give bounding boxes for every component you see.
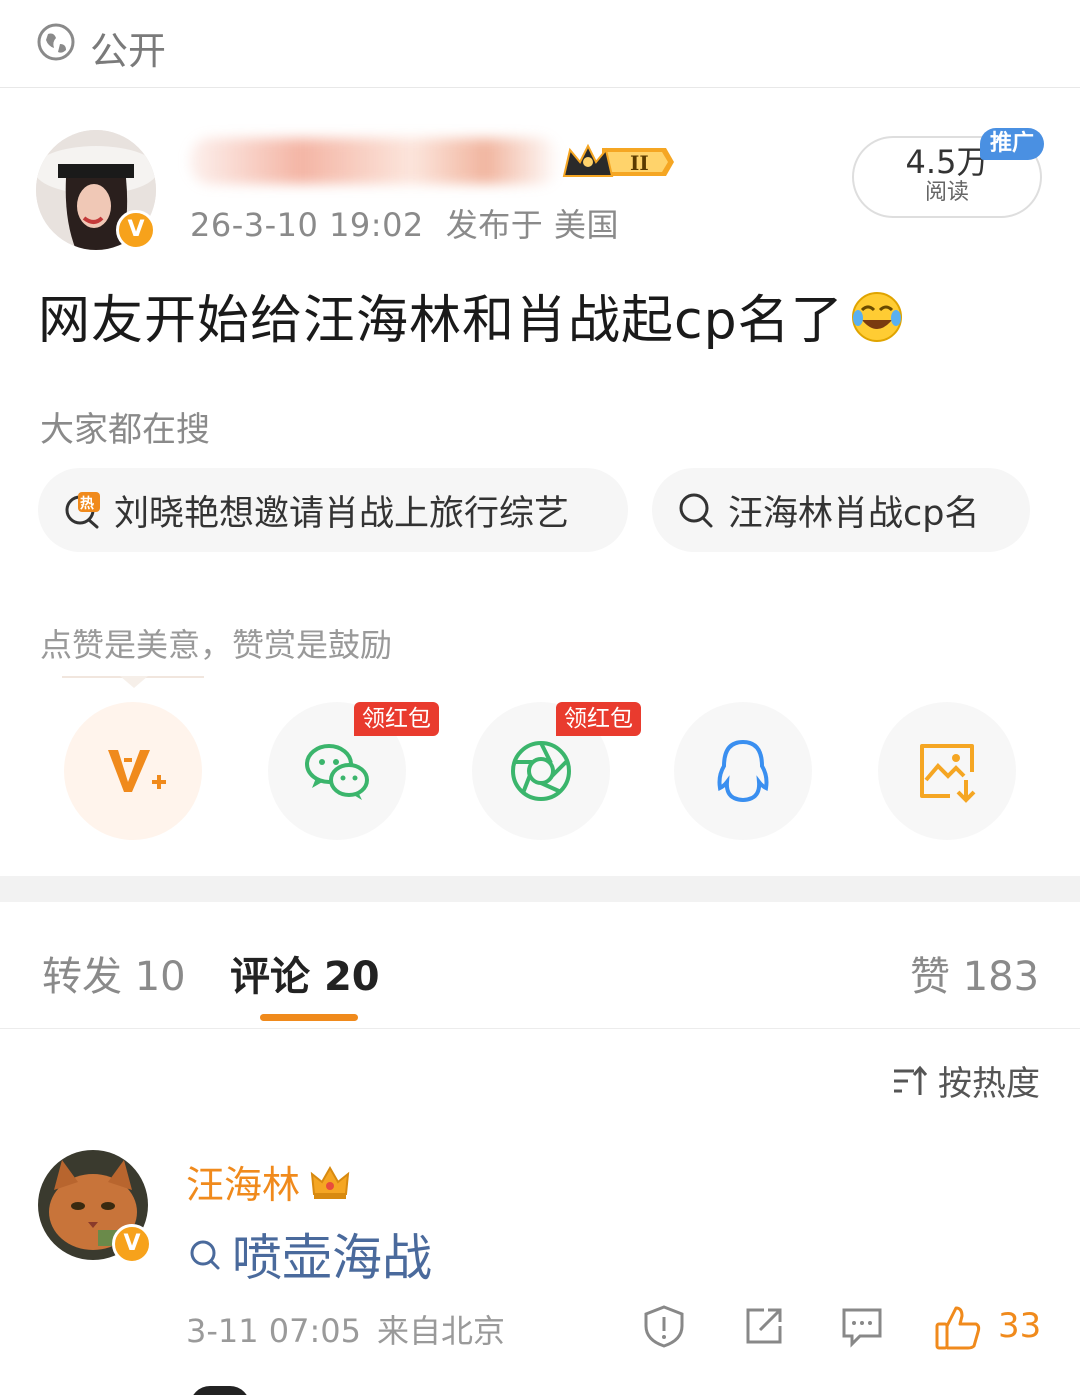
- verified-badge: V: [116, 210, 156, 250]
- post-text: 网友开始给汪海林和肖战起cp名了: [38, 278, 904, 353]
- tab-repost-count: 10: [134, 954, 186, 1000]
- report-icon[interactable]: [642, 1304, 686, 1348]
- wechat-redpack-badge: 领红包: [354, 702, 439, 736]
- tabs-divider: [0, 1028, 1080, 1029]
- comment-author-name[interactable]: 汪海林: [186, 1154, 352, 1209]
- sort-icon: [894, 1065, 928, 1095]
- comment-search-link[interactable]: 喷壶海战: [186, 1218, 432, 1290]
- post-location: 发布于 美国: [445, 206, 619, 244]
- weibo-v-plus-icon: [108, 750, 166, 792]
- tab-comments-count: 20: [323, 954, 380, 1000]
- tab-comments-label: 评论: [230, 954, 310, 1000]
- wechat-icon: [305, 744, 369, 800]
- reply-icon[interactable]: [840, 1304, 884, 1348]
- comment-text: 喷壶海战: [232, 1229, 432, 1287]
- author-name-blurred[interactable]: [190, 138, 560, 184]
- trending-search-label-2: 汪海林肖战cp名: [728, 493, 980, 534]
- laughing-crying-emoji-icon: [851, 292, 902, 342]
- tab-comments[interactable]: 评论 20: [230, 944, 380, 1002]
- comment-verified-badge: V: [112, 1224, 152, 1264]
- search-icon: [190, 1240, 220, 1270]
- praise-caption: 点赞是美意，赞赏是鼓励: [40, 626, 393, 664]
- post-time: 26-3-10 19:02: [190, 206, 424, 244]
- trending-search-chip-2[interactable]: 汪海林肖战cp名: [652, 468, 1030, 552]
- tab-likes[interactable]: 赞 183: [910, 944, 1039, 1002]
- promo-tag[interactable]: 推广: [980, 128, 1044, 160]
- crown-level-badge: II: [562, 143, 674, 177]
- comment-time: 3-11 07:05: [186, 1312, 362, 1350]
- comment-like-count: 33: [998, 1306, 1042, 1346]
- comment-location: 来自北京: [377, 1312, 506, 1350]
- tooltip-arrow: [120, 676, 148, 688]
- tab-likes-count: 183: [962, 954, 1040, 1000]
- tab-likes-label: 赞: [910, 954, 950, 1000]
- svg-text:II: II: [630, 151, 649, 175]
- moments-redpack-badge: 领红包: [556, 702, 641, 736]
- share-qq-button[interactable]: [674, 702, 812, 840]
- reads-label: 阅读: [924, 180, 969, 205]
- section-divider: [0, 876, 1080, 902]
- trending-search-label-1: 刘晓艳想邀请肖战上旅行综艺: [114, 493, 570, 534]
- visibility-label: 公开: [90, 29, 167, 73]
- trending-search-chip-1[interactable]: 热 刘晓艳想邀请肖战上旅行综艺: [38, 468, 628, 552]
- share-icon[interactable]: [742, 1304, 786, 1348]
- hot-search-icon: 热: [65, 492, 100, 529]
- reward-button[interactable]: [64, 702, 202, 840]
- post-text-content: 网友开始给汪海林和肖战起cp名了: [38, 291, 844, 351]
- thumbs-up-icon[interactable]: [934, 1304, 982, 1352]
- trending-search-title: 大家都在搜: [40, 410, 210, 450]
- post-meta: 26-3-10 19:02 发布于 美国: [190, 200, 641, 246]
- crown-icon: [310, 1165, 350, 1199]
- tab-repost-label: 转发: [42, 954, 122, 1000]
- sort-label: 按热度: [938, 1064, 1040, 1104]
- search-icon: [679, 493, 713, 528]
- sort-by-hot-button[interactable]: 按热度: [892, 1056, 1040, 1105]
- svg-text:热: 热: [80, 495, 94, 512]
- save-image-icon: [920, 744, 976, 803]
- active-tab-indicator: [260, 1014, 358, 1021]
- moments-aperture-icon: [511, 741, 571, 801]
- qq-penguin-icon: [717, 739, 769, 802]
- globe-icon: [37, 23, 75, 61]
- next-comment-avatar: [190, 1386, 250, 1395]
- comment-meta: 3-11 07:05 来自北京: [186, 1306, 521, 1352]
- comment-author-label: 汪海林: [186, 1163, 301, 1207]
- visibility-bar[interactable]: 公开: [0, 0, 1080, 88]
- save-image-button[interactable]: [878, 702, 1016, 840]
- tab-repost[interactable]: 转发 10: [42, 944, 186, 1002]
